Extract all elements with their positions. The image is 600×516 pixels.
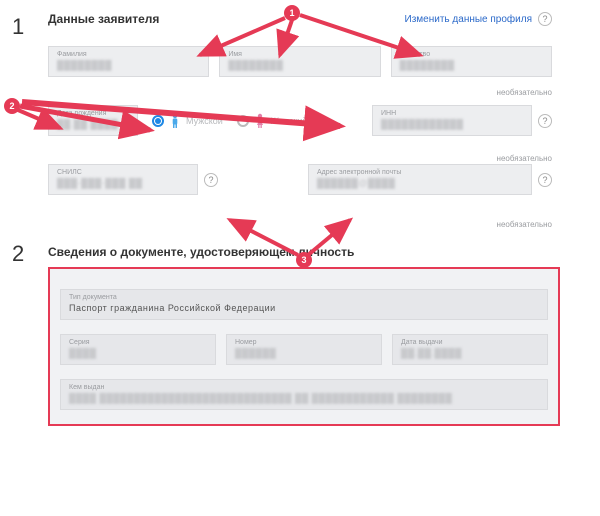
value-series: ████ [69, 348, 207, 358]
optional-inn: необязательно [497, 154, 552, 163]
field-doc-type[interactable]: Тип документа Паспорт гражданина Российс… [60, 289, 548, 320]
field-dob[interactable]: Дата рождения ██.██.████ [48, 105, 138, 136]
row-dob-gender-inn: Дата рождения ██.██.████ Мужской Женский… [0, 105, 600, 136]
label-female: Женский [271, 116, 308, 126]
label-doc-type: Тип документа [69, 294, 539, 301]
row-issued-by: Кем выдан ████ █████████████████████████… [60, 379, 548, 410]
value-patronymic: ████████ [400, 60, 543, 70]
label-inn: ИНН [381, 110, 523, 117]
label-male: Мужской [186, 116, 223, 126]
label-patronymic: Отчество [400, 51, 543, 58]
value-issued-by: ████ ████████████████████████████ ██ ███… [69, 393, 539, 403]
label-series: Серия [69, 339, 207, 346]
field-number[interactable]: Номер ██████ [226, 334, 382, 365]
value-doc-type: Паспорт гражданина Российской Федерации [69, 303, 539, 313]
field-email[interactable]: Адрес электронной почты ██████@████ [308, 164, 532, 195]
value-snils: ███-███-███ ██ [57, 178, 189, 188]
help-icon-email[interactable]: ? [538, 173, 552, 187]
field-issue-date[interactable]: Дата выдачи ██.██.████ [392, 334, 548, 365]
male-icon [170, 113, 180, 129]
optional-patronymic: необязательно [497, 88, 552, 97]
callout-2: 2 [4, 98, 20, 114]
label-surname: Фамилия [57, 51, 200, 58]
help-icon-inn[interactable]: ? [538, 114, 552, 128]
callout-3: 3 [296, 252, 312, 268]
help-icon-snils[interactable]: ? [204, 173, 218, 187]
optional-email: необязательно [497, 220, 552, 229]
female-icon [255, 113, 265, 129]
label-name: Имя [228, 51, 371, 58]
document-highlight-box: Тип документа Паспорт гражданина Российс… [48, 267, 560, 426]
label-issued-by: Кем выдан [69, 384, 539, 391]
value-number: ██████ [235, 348, 373, 358]
section-applicant: 1 Данные заявителя Изменить данные профи… [0, 0, 600, 195]
row-doc-type: Тип документа Паспорт гражданина Российс… [60, 289, 548, 320]
value-issue-date: ██.██.████ [401, 348, 539, 358]
radio-male[interactable] [152, 115, 164, 127]
field-inn[interactable]: ИНН ████████████ [372, 105, 532, 136]
label-snils: СНИЛС [57, 169, 189, 176]
value-dob: ██.██.████ [57, 119, 129, 129]
field-issued-by[interactable]: Кем выдан ████ █████████████████████████… [60, 379, 548, 410]
value-surname: ████████ [57, 60, 200, 70]
row-series-number-date: Серия ████ Номер ██████ Дата выдачи ██.█… [60, 334, 548, 365]
field-patronymic[interactable]: Отчество ████████ [391, 46, 552, 77]
callout-1: 1 [284, 5, 300, 21]
field-name[interactable]: Имя ████████ [219, 46, 380, 77]
row-fio: Фамилия ████████ Имя ████████ Отчество █… [0, 46, 600, 77]
radio-female[interactable] [237, 115, 249, 127]
label-email: Адрес электронной почты [317, 169, 523, 176]
section1-title: Данные заявителя [48, 12, 159, 26]
label-number: Номер [235, 339, 373, 346]
field-series[interactable]: Серия ████ [60, 334, 216, 365]
value-inn: ████████████ [381, 119, 523, 129]
row-snils-email: СНИЛС ███-███-███ ██ ? Адрес электронной… [0, 164, 600, 195]
value-email: ██████@████ [317, 178, 523, 188]
label-issue-date: Дата выдачи [401, 339, 539, 346]
value-name: ████████ [228, 60, 371, 70]
gender-group: Мужской Женский [148, 113, 362, 129]
help-icon[interactable]: ? [538, 12, 552, 26]
field-snils[interactable]: СНИЛС ███-███-███ ██ [48, 164, 198, 195]
label-dob: Дата рождения [57, 110, 129, 117]
section-document: 2 Сведения о документе, удостоверяющем л… [0, 241, 600, 426]
edit-profile-link[interactable]: Изменить данные профиля [405, 14, 532, 25]
field-surname[interactable]: Фамилия ████████ [48, 46, 209, 77]
section1-header: Данные заявителя Изменить данные профиля… [0, 0, 600, 26]
